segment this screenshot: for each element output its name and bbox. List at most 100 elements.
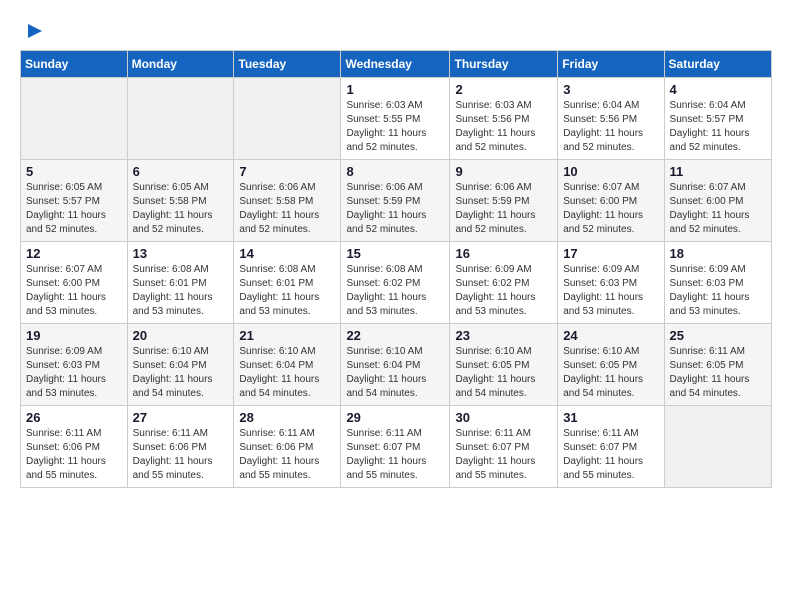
day-info: Sunrise: 6:03 AM Sunset: 5:56 PM Dayligh… [455,99,552,155]
day-info: Sunrise: 6:08 AM Sunset: 6:02 PM Dayligh… [346,263,444,319]
calendar-cell: 14 Sunrise: 6:08 AM Sunset: 6:01 PM Dayli… [234,242,341,324]
calendar-cell: 27 Sunrise: 6:11 AM Sunset: 6:06 PM Dayli… [127,406,234,488]
day-info: Sunrise: 6:05 AM Sunset: 5:57 PM Dayligh… [26,181,122,237]
calendar-week-3: 12 Sunrise: 6:07 AM Sunset: 6:00 PM Dayli… [21,242,772,324]
calendar-cell: 31 Sunrise: 6:11 AM Sunset: 6:07 PM Dayli… [558,406,664,488]
calendar-cell: 3 Sunrise: 6:04 AM Sunset: 5:56 PM Daylig… [558,78,664,160]
calendar-week-4: 19 Sunrise: 6:09 AM Sunset: 6:03 PM Dayli… [21,324,772,406]
day-info: Sunrise: 6:11 AM Sunset: 6:07 PM Dayligh… [455,427,552,483]
weekday-header-tuesday: Tuesday [234,51,341,78]
calendar-week-2: 5 Sunrise: 6:05 AM Sunset: 5:57 PM Daylig… [21,160,772,242]
day-number: 10 [563,164,658,179]
weekday-header-saturday: Saturday [664,51,771,78]
day-number: 20 [133,328,229,343]
calendar-cell: 2 Sunrise: 6:03 AM Sunset: 5:56 PM Daylig… [450,78,558,160]
calendar-week-5: 26 Sunrise: 6:11 AM Sunset: 6:06 PM Dayli… [21,406,772,488]
calendar-cell: 16 Sunrise: 6:09 AM Sunset: 6:02 PM Dayli… [450,242,558,324]
day-info: Sunrise: 6:09 AM Sunset: 6:03 PM Dayligh… [563,263,658,319]
calendar-cell: 17 Sunrise: 6:09 AM Sunset: 6:03 PM Dayli… [558,242,664,324]
calendar-cell [127,78,234,160]
calendar-cell: 18 Sunrise: 6:09 AM Sunset: 6:03 PM Dayli… [664,242,771,324]
day-info: Sunrise: 6:11 AM Sunset: 6:07 PM Dayligh… [346,427,444,483]
calendar-cell: 24 Sunrise: 6:10 AM Sunset: 6:05 PM Dayli… [558,324,664,406]
day-info: Sunrise: 6:09 AM Sunset: 6:03 PM Dayligh… [670,263,766,319]
day-number: 2 [455,82,552,97]
weekday-header-thursday: Thursday [450,51,558,78]
day-info: Sunrise: 6:11 AM Sunset: 6:05 PM Dayligh… [670,345,766,401]
calendar-week-1: 1 Sunrise: 6:03 AM Sunset: 5:55 PM Daylig… [21,78,772,160]
calendar-cell: 12 Sunrise: 6:07 AM Sunset: 6:00 PM Dayli… [21,242,128,324]
calendar-table: SundayMondayTuesdayWednesdayThursdayFrid… [20,50,772,488]
day-number: 5 [26,164,122,179]
day-number: 28 [239,410,335,425]
weekday-header-row: SundayMondayTuesdayWednesdayThursdayFrid… [21,51,772,78]
day-info: Sunrise: 6:04 AM Sunset: 5:57 PM Dayligh… [670,99,766,155]
day-info: Sunrise: 6:11 AM Sunset: 6:06 PM Dayligh… [26,427,122,483]
weekday-header-wednesday: Wednesday [341,51,450,78]
day-info: Sunrise: 6:11 AM Sunset: 6:06 PM Dayligh… [133,427,229,483]
day-info: Sunrise: 6:09 AM Sunset: 6:03 PM Dayligh… [26,345,122,401]
day-info: Sunrise: 6:06 AM Sunset: 5:59 PM Dayligh… [346,181,444,237]
day-info: Sunrise: 6:08 AM Sunset: 6:01 PM Dayligh… [239,263,335,319]
day-number: 6 [133,164,229,179]
logo [20,20,44,40]
calendar-cell [21,78,128,160]
day-number: 19 [26,328,122,343]
day-info: Sunrise: 6:11 AM Sunset: 6:07 PM Dayligh… [563,427,658,483]
day-number: 25 [670,328,766,343]
calendar-cell: 26 Sunrise: 6:11 AM Sunset: 6:06 PM Dayli… [21,406,128,488]
day-info: Sunrise: 6:10 AM Sunset: 6:05 PM Dayligh… [563,345,658,401]
day-number: 29 [346,410,444,425]
day-info: Sunrise: 6:11 AM Sunset: 6:06 PM Dayligh… [239,427,335,483]
day-number: 13 [133,246,229,261]
day-info: Sunrise: 6:03 AM Sunset: 5:55 PM Dayligh… [346,99,444,155]
day-info: Sunrise: 6:08 AM Sunset: 6:01 PM Dayligh… [133,263,229,319]
day-info: Sunrise: 6:04 AM Sunset: 5:56 PM Dayligh… [563,99,658,155]
day-info: Sunrise: 6:05 AM Sunset: 5:58 PM Dayligh… [133,181,229,237]
calendar-cell: 25 Sunrise: 6:11 AM Sunset: 6:05 PM Dayli… [664,324,771,406]
day-info: Sunrise: 6:07 AM Sunset: 6:00 PM Dayligh… [563,181,658,237]
day-number: 18 [670,246,766,261]
day-number: 7 [239,164,335,179]
calendar-cell: 10 Sunrise: 6:07 AM Sunset: 6:00 PM Dayli… [558,160,664,242]
day-number: 1 [346,82,444,97]
day-info: Sunrise: 6:09 AM Sunset: 6:02 PM Dayligh… [455,263,552,319]
day-number: 21 [239,328,335,343]
calendar-cell: 8 Sunrise: 6:06 AM Sunset: 5:59 PM Daylig… [341,160,450,242]
day-number: 11 [670,164,766,179]
day-number: 9 [455,164,552,179]
calendar-cell: 29 Sunrise: 6:11 AM Sunset: 6:07 PM Dayli… [341,406,450,488]
day-number: 14 [239,246,335,261]
calendar-cell: 19 Sunrise: 6:09 AM Sunset: 6:03 PM Dayli… [21,324,128,406]
day-number: 4 [670,82,766,97]
day-number: 31 [563,410,658,425]
day-number: 27 [133,410,229,425]
day-number: 17 [563,246,658,261]
day-number: 3 [563,82,658,97]
calendar-cell: 11 Sunrise: 6:07 AM Sunset: 6:00 PM Dayli… [664,160,771,242]
day-info: Sunrise: 6:07 AM Sunset: 6:00 PM Dayligh… [670,181,766,237]
day-number: 22 [346,328,444,343]
calendar-cell: 28 Sunrise: 6:11 AM Sunset: 6:06 PM Dayli… [234,406,341,488]
calendar-cell: 13 Sunrise: 6:08 AM Sunset: 6:01 PM Dayli… [127,242,234,324]
calendar-cell: 21 Sunrise: 6:10 AM Sunset: 6:04 PM Dayli… [234,324,341,406]
logo-icon [22,20,44,42]
calendar-cell: 30Sunrise: 6:11 AM Sunset: 6:07 PM Dayli… [450,406,558,488]
day-number: 26 [26,410,122,425]
calendar-cell: 15 Sunrise: 6:08 AM Sunset: 6:02 PM Dayli… [341,242,450,324]
weekday-header-sunday: Sunday [21,51,128,78]
weekday-header-friday: Friday [558,51,664,78]
day-number: 16 [455,246,552,261]
day-number: 23 [455,328,552,343]
day-number: 8 [346,164,444,179]
day-number: 24 [563,328,658,343]
day-number: 12 [26,246,122,261]
day-info: Sunrise: 6:10 AM Sunset: 6:04 PM Dayligh… [133,345,229,401]
day-number: 15 [346,246,444,261]
calendar-cell: 23Sunrise: 6:10 AM Sunset: 6:05 PM Dayli… [450,324,558,406]
day-info: Sunrise: 6:10 AM Sunset: 6:04 PM Dayligh… [239,345,335,401]
day-info: Sunrise: 6:07 AM Sunset: 6:00 PM Dayligh… [26,263,122,319]
calendar-cell: 1 Sunrise: 6:03 AM Sunset: 5:55 PM Daylig… [341,78,450,160]
calendar-cell: 22Sunrise: 6:10 AM Sunset: 6:04 PM Dayli… [341,324,450,406]
calendar-cell: 20 Sunrise: 6:10 AM Sunset: 6:04 PM Dayli… [127,324,234,406]
